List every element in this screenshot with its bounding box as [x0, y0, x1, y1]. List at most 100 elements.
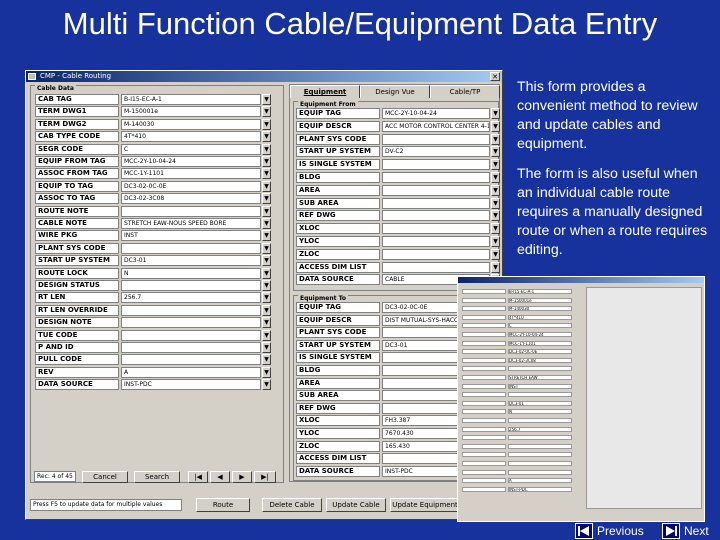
next-record-button[interactable]: ▶ — [232, 471, 252, 483]
last-record-button[interactable]: ▶| — [254, 471, 276, 483]
dropdown-arrow-icon[interactable]: ▼ — [262, 180, 271, 192]
field-value[interactable]: M-140030 — [121, 118, 261, 130]
dropdown-arrow-icon[interactable]: ▼ — [262, 131, 271, 143]
dropdown-arrow-icon[interactable]: ▼ — [262, 366, 271, 378]
dropdown-arrow-icon[interactable]: ▼ — [491, 133, 500, 145]
tab-equipment[interactable]: Equipment — [290, 85, 360, 98]
prev-record-button[interactable]: ◀ — [210, 471, 230, 483]
dropdown-arrow-icon[interactable]: ▼ — [491, 146, 500, 158]
dropdown-arrow-icon[interactable]: ▼ — [491, 248, 500, 260]
next-link[interactable]: Next — [662, 523, 718, 539]
field-value[interactable] — [382, 210, 490, 222]
update-equipment-button[interactable]: Update Equipment — [390, 498, 460, 512]
field-value[interactable]: DV-C2 — [382, 146, 490, 158]
field-value[interactable] — [382, 223, 490, 235]
thumbnail-value: M-140030 — [508, 306, 572, 312]
dropdown-arrow-icon[interactable]: ▼ — [262, 143, 271, 155]
dropdown-arrow-icon[interactable]: ▼ — [262, 317, 271, 329]
field-value[interactable]: MCC-1Y-1101 — [121, 168, 261, 180]
field-value[interactable] — [121, 304, 261, 316]
dropdown-arrow-icon[interactable]: ▼ — [491, 172, 500, 183]
field-value[interactable] — [382, 172, 490, 183]
dropdown-arrow-icon[interactable]: ▼ — [262, 354, 271, 366]
field-value[interactable]: N — [121, 267, 261, 279]
dropdown-arrow-icon[interactable]: ▼ — [262, 329, 271, 341]
field-value[interactable]: 256.7 — [121, 292, 261, 304]
dropdown-arrow-icon[interactable]: ▼ — [262, 156, 271, 167]
dropdown-arrow-icon[interactable]: ▼ — [262, 379, 271, 391]
dropdown-arrow-icon[interactable]: ▼ — [262, 106, 271, 118]
field-value[interactable] — [382, 248, 490, 260]
route-button[interactable]: Route — [196, 498, 250, 512]
dropdown-arrow-icon[interactable]: ▼ — [262, 342, 271, 353]
field-value[interactable]: DC3-02-0C-0E — [121, 180, 261, 192]
field-value[interactable]: B-I15-EC-A-1 — [121, 94, 261, 105]
dropdown-arrow-icon[interactable]: ▼ — [262, 168, 271, 180]
close-icon[interactable]: ✕ — [490, 72, 500, 81]
field-value[interactable] — [121, 342, 261, 353]
field-value[interactable]: INST-PDC — [121, 379, 261, 391]
field-value[interactable]: A — [121, 366, 261, 378]
dropdown-arrow-icon[interactable]: ▼ — [491, 261, 500, 273]
first-record-button[interactable]: |◀ — [188, 471, 208, 483]
field-value[interactable] — [121, 280, 261, 291]
tab-cable-tp[interactable]: Cable/TP — [430, 85, 500, 98]
field-label: REF DWG — [296, 210, 380, 222]
field-value[interactable]: MCC-2Y-10-04-24 — [121, 156, 261, 167]
dropdown-arrow-icon[interactable]: ▼ — [491, 210, 500, 222]
cable-data-label: Cable Data — [35, 85, 76, 92]
dropdown-arrow-icon[interactable]: ▼ — [491, 223, 500, 235]
dropdown-arrow-icon[interactable]: ▼ — [262, 267, 271, 279]
dropdown-arrow-icon[interactable]: ▼ — [262, 242, 271, 254]
field-label: REV — [35, 366, 119, 378]
dropdown-arrow-icon[interactable]: ▼ — [262, 205, 271, 217]
field-value[interactable] — [382, 261, 490, 273]
previous-link[interactable]: Previous — [575, 523, 651, 539]
field-label: START UP SYSTEM — [296, 339, 380, 351]
field-value[interactable]: 4T*410 — [121, 131, 261, 143]
dropdown-arrow-icon[interactable]: ▼ — [262, 292, 271, 304]
dropdown-arrow-icon[interactable]: ▼ — [491, 197, 500, 209]
tab-design-vue[interactable]: Design Vue — [360, 85, 430, 98]
field-value[interactable]: M-150001e — [121, 106, 261, 118]
field-value[interactable]: DC3-01 — [121, 255, 261, 267]
dropdown-arrow-icon[interactable]: ▼ — [491, 120, 500, 132]
dropdown-arrow-icon[interactable]: ▼ — [491, 108, 500, 119]
dropdown-arrow-icon[interactable]: ▼ — [491, 159, 500, 171]
field-value[interactable] — [121, 354, 261, 366]
dropdown-arrow-icon[interactable]: ▼ — [262, 218, 271, 229]
dropdown-arrow-icon[interactable]: ▼ — [262, 193, 271, 205]
dropdown-arrow-icon[interactable]: ▼ — [262, 230, 271, 242]
dropdown-arrow-icon[interactable]: ▼ — [491, 236, 500, 247]
field-value[interactable] — [121, 242, 261, 254]
dropdown-arrow-icon[interactable]: ▼ — [262, 280, 271, 291]
dropdown-arrow-icon[interactable]: ▼ — [491, 184, 500, 196]
field-label: ZLOC — [296, 248, 380, 260]
thumbnail-label — [462, 332, 506, 337]
field-value[interactable] — [121, 317, 261, 329]
thumbnail-value: INST — [508, 383, 572, 389]
field-value[interactable] — [121, 329, 261, 341]
field-value[interactable] — [121, 205, 261, 217]
field-value[interactable]: ACC MOTOR CONTROL CENTER 4-1P — [382, 120, 490, 132]
field-value[interactable]: MCC-2Y-10-04-24 — [382, 108, 490, 119]
field-value[interactable]: DC3-02-3C08 — [121, 193, 261, 205]
dropdown-arrow-icon[interactable]: ▼ — [262, 255, 271, 267]
field-value[interactable] — [382, 184, 490, 196]
field-label: START UP SYSTEM — [35, 255, 119, 267]
delete-cable-button[interactable]: Delete Cable — [262, 498, 322, 512]
cancel-button[interactable]: Cancel — [82, 471, 128, 483]
field-value[interactable]: INST — [121, 230, 261, 242]
field-value[interactable]: C — [121, 143, 261, 155]
field-value[interactable] — [382, 159, 490, 171]
field-value[interactable] — [382, 197, 490, 209]
field-value[interactable] — [382, 236, 490, 247]
field-value[interactable]: STRETCH EAW-NOUS SPEED BORE — [121, 218, 261, 229]
search-button[interactable]: Search — [134, 471, 180, 483]
dropdown-arrow-icon[interactable]: ▼ — [262, 94, 271, 105]
field-value[interactable] — [382, 133, 490, 145]
dropdown-arrow-icon[interactable]: ▼ — [262, 118, 271, 130]
update-cable-button[interactable]: Update Cable — [326, 498, 386, 512]
dropdown-arrow-icon[interactable]: ▼ — [262, 304, 271, 316]
thumbnail-value: A — [508, 478, 572, 484]
